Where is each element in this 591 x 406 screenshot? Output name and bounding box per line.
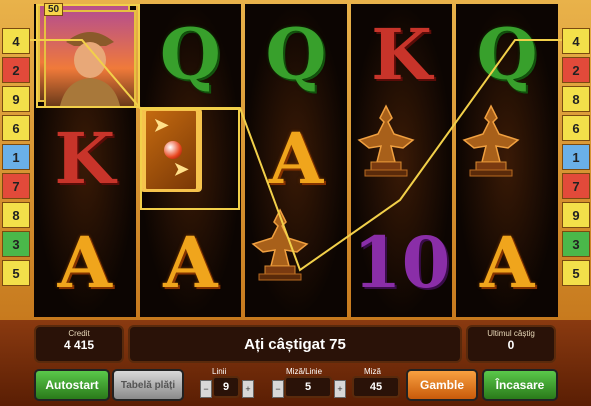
payline-indicator-right-5: 5 — [562, 260, 590, 286]
symbol-statue — [245, 207, 315, 292]
statue-icon — [351, 100, 421, 197]
message-display: Ați câștigat 75 — [128, 325, 462, 363]
symbol-10: 10 — [352, 220, 451, 304]
symbol-q: Q — [159, 12, 221, 96]
symbol-statue — [456, 103, 526, 188]
payline-indicator-right-8: 8 — [562, 86, 590, 112]
payline-indicator-right-2: 2 — [562, 57, 590, 83]
payline-indicator-left-6: 6 — [2, 115, 30, 141]
reel-5: QA — [456, 4, 558, 317]
symbol-q: Q — [476, 12, 538, 96]
symbol-k: K — [54, 116, 116, 200]
symbol-statue — [351, 103, 421, 188]
payline-indicator-left-9: 9 — [2, 86, 30, 112]
payline-indicator-left-4: 4 — [2, 28, 30, 54]
credit-label: Credit — [68, 329, 90, 338]
last-win-label: Ultimul câștig — [487, 329, 535, 338]
reel-4: K 10 — [350, 4, 453, 317]
bet-value: 45 — [352, 376, 400, 398]
payline-indicator-right-1: 1 — [562, 144, 590, 170]
book-icon: ➤ ➤ — [142, 108, 199, 192]
payline-indicators-left: 4 2 9 6 1 7 8 3 5 — [2, 28, 30, 290]
explorer-portrait — [44, 10, 136, 108]
bet-per-line-label: Miză/Linie — [286, 367, 323, 376]
symbol-a: A — [480, 220, 535, 304]
payline-indicator-left-8: 8 — [2, 202, 30, 228]
payline-indicator-right-9: 9 — [562, 202, 590, 228]
payline-indicator-right-6: 6 — [562, 115, 590, 141]
collect-button[interactable]: Încasare — [482, 369, 558, 401]
symbol-a: A — [57, 220, 112, 304]
reel-2: Q ➤ ➤ A — [139, 4, 242, 317]
payline-indicator-left-5: 5 — [2, 260, 30, 286]
win-message: Ați câștigat 75 — [244, 335, 346, 353]
payline-indicator-right-4: 4 — [562, 28, 590, 54]
symbol-k: K — [371, 12, 432, 96]
payline-indicator-right-7: 7 — [562, 173, 590, 199]
payline-indicators-right: 4 2 8 6 1 7 9 3 5 — [562, 28, 590, 290]
payline-indicator-left-3: 3 — [2, 231, 30, 257]
bet-label: Miză — [364, 367, 381, 376]
statue-icon — [456, 100, 526, 197]
bet-badge: 50 — [44, 3, 64, 16]
lines-increase-button[interactable]: + — [242, 380, 254, 398]
payline-indicator-right-3: 3 — [562, 231, 590, 257]
lines-value: 9 — [212, 376, 240, 398]
last-win-value: 0 — [507, 338, 515, 352]
credit-display: Credit 4 415 — [34, 325, 124, 363]
last-win-display: Ultimul câștig 0 — [466, 325, 556, 363]
lines-label: Linii — [212, 367, 227, 376]
symbol-a: A — [268, 116, 324, 200]
payline-indicator-left-7: 7 — [2, 173, 30, 199]
bet-per-line-decrease-button[interactable]: − — [272, 380, 284, 398]
reel-3: QA — [245, 4, 347, 317]
gamble-button[interactable]: Gamble — [406, 369, 478, 401]
symbol-explorer — [38, 4, 136, 108]
payline-indicator-left-2: 2 — [2, 57, 30, 83]
symbol-q: Q — [265, 12, 327, 96]
bet-per-line-increase-button[interactable]: + — [334, 380, 346, 398]
payline-indicator-left-1: 1 — [2, 144, 30, 170]
lines-decrease-button[interactable]: − — [200, 380, 212, 398]
statue-icon — [245, 204, 315, 301]
autostart-button[interactable]: Autostart — [34, 369, 110, 401]
reel-1: KA — [34, 4, 136, 317]
reels-area: K A Q ➤ ➤ A Q A K 10 Q A — [34, 4, 558, 317]
paytable-button[interactable]: Tabelă plăți — [112, 369, 184, 401]
symbol-a: A — [163, 220, 218, 304]
symbol-book: ➤ ➤ — [139, 108, 202, 192]
bet-per-line-value: 5 — [284, 376, 332, 398]
credit-value: 4 415 — [63, 338, 95, 352]
